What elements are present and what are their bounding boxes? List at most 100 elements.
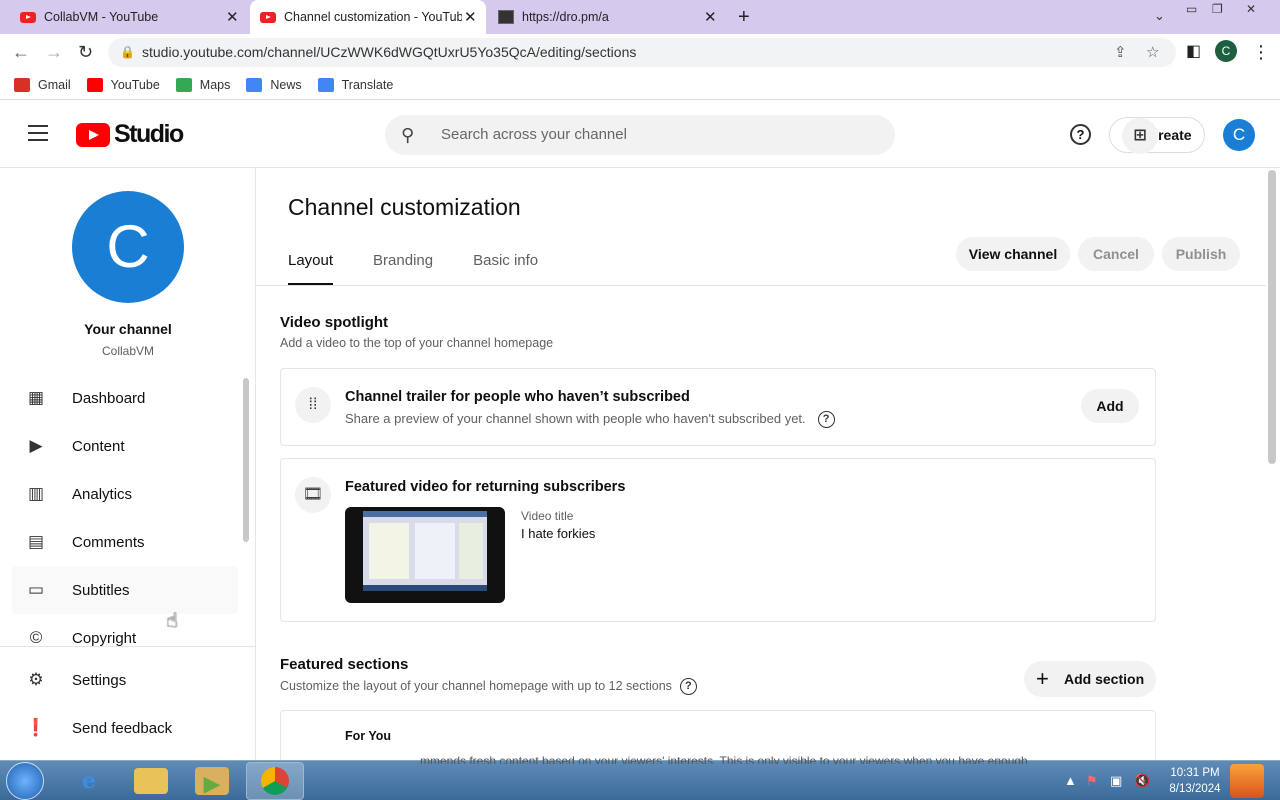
profile-avatar[interactable]: C [1215,40,1237,62]
start-button-icon[interactable] [6,762,44,800]
page-scrollbar[interactable] [1268,170,1276,464]
create-button[interactable]: ⊞ Create [1109,117,1205,154]
sidebar-item-label: Analytics [72,485,133,503]
channel-avatar[interactable]: C [72,191,184,303]
sidebar-item-send-feedback[interactable]: ❗ Send feedback [12,704,238,752]
cancel-button[interactable]: Cancel [1078,237,1154,271]
volume-muted-icon[interactable]: 🔇 [1134,773,1150,789]
clock-time: 10:31 PM [1170,767,1220,779]
customization-tabs: Layout Branding Basic info [288,252,578,285]
sidebar-item-label: Comments [72,533,145,551]
tab-collabvm[interactable]: CollabVM - YouTube ✕ [0,0,248,34]
tab-dro[interactable]: https://dro.pm/a ✕ [490,0,730,34]
restore-icon[interactable]: ❐ [1212,2,1223,16]
sidebar-item-label: Copyright [72,629,137,647]
close-tab-icon[interactable]: ✕ [226,8,239,26]
new-tab-icon[interactable]: + [738,6,750,29]
minimize-icon[interactable]: ▭ [1186,2,1197,16]
help-icon[interactable]: ? [817,411,835,429]
bookmark-news[interactable]: News [246,77,302,92]
share-icon[interactable]: ⇪ [1114,38,1127,67]
youtube-play-icon [76,122,110,147]
chrome-taskbar-button[interactable] [246,762,304,800]
tab-search-icon[interactable]: ⌄ [1154,8,1165,24]
bookmark-label: News [270,77,302,92]
sidebar-item-content[interactable]: ▶ Content [12,422,238,470]
featured-video-icon: 🎞 [295,477,331,513]
youtube-favicon-icon [260,11,276,23]
sidebar-item-comments[interactable]: ▤ Comments [12,518,238,566]
sidebar-item-copyright[interactable]: © Copyright [12,614,238,662]
main-content: Channel customization Layout Branding Ba… [256,168,1266,760]
tab-basic-info[interactable]: Basic info [473,252,538,285]
search-placeholder: Search across your channel [441,126,627,143]
tab-branding[interactable]: Branding [373,252,433,285]
internet-explorer-icon[interactable]: e [72,764,106,798]
system-clock[interactable]: 10:31 PM 8/13/2024 [1160,765,1230,797]
file-explorer-icon[interactable] [134,768,168,794]
studio-header: Studio ⚲ Search across your channel ? ⊞ … [0,100,1280,168]
show-desktop-icon[interactable] [1230,764,1264,798]
studio-logo[interactable]: Studio [76,120,184,149]
search-input[interactable]: ⚲ Search across your channel [385,115,895,155]
forward-icon[interactable]: → [45,42,63,63]
dashboard-icon: ▦ [27,388,45,407]
sidebar-item-settings[interactable]: ⚙ Settings [12,656,238,704]
thumbnail-screenshot [363,511,487,591]
help-icon[interactable]: ? [1070,124,1091,145]
comments-icon: ▤ [27,532,45,551]
publish-button[interactable]: Publish [1162,237,1240,271]
featured-sections-subtitle: Customize the layout of your channel hom… [280,678,672,693]
bookmark-label: Maps [199,77,231,92]
bookmark-label: Gmail [38,77,71,92]
close-tab-icon[interactable]: ✕ [704,8,717,26]
channel-trailer-card: ⁞⁞ Channel trailer for people who haven’… [280,368,1156,446]
channel-name: CollabVM [101,344,155,358]
reload-icon[interactable]: ↻ [78,42,93,63]
video-thumbnail[interactable] [345,507,505,603]
feedback-icon: ❗ [25,718,47,737]
back-icon[interactable]: ← [12,42,30,63]
tray-expand-icon[interactable]: ▲ [1064,773,1077,788]
add-section-button[interactable]: + Add section [1024,661,1156,697]
lock-icon[interactable]: 🔒 [120,38,135,67]
view-channel-button[interactable]: View channel [956,237,1070,271]
network-icon[interactable]: ▣ [1110,773,1122,789]
tab-title: Channel customization - YouTube Studio [284,10,462,24]
side-panel-icon[interactable]: ◧ [1186,41,1201,61]
sidebar-scrollbar[interactable] [243,378,249,542]
bookmark-label: Translate [341,77,394,92]
bookmark-gmail[interactable]: Gmail [14,77,71,92]
bookmarks-bar: Gmail YouTube Maps News Translate [0,70,1280,100]
media-player-icon[interactable]: ▶ [195,767,229,796]
window-close-icon[interactable]: ✕ [1246,2,1256,16]
action-center-icon[interactable]: ⚑ [1086,773,1098,789]
chrome-icon [261,767,289,795]
tab-title: https://dro.pm/a [522,10,609,24]
bookmark-youtube[interactable]: YouTube [86,77,160,92]
menu-kebab-icon[interactable]: ⋮ [1252,42,1270,63]
sidebar-item-analytics[interactable]: ▥ Analytics [12,470,238,518]
sidebar-item-subtitles[interactable]: ▭ Subtitles [12,566,238,614]
tab-layout[interactable]: Layout [288,252,334,285]
video-title-value: I hate forkies [521,526,596,541]
bookmark-star-icon[interactable]: ☆ [1146,38,1159,67]
tab-channel-customization[interactable]: Channel customization - YouTube Studio ✕ [250,0,486,34]
content-icon: ▶ [29,436,43,455]
gear-icon: ⚙ [28,670,44,689]
bookmark-maps[interactable]: Maps [175,77,231,92]
trailer-title: Channel trailer for people who haven’t s… [345,389,690,405]
subtitles-icon: ▭ [27,580,45,599]
bookmark-translate[interactable]: Translate [317,77,394,92]
sidebar-item-label: Subtitles [72,581,130,599]
url-bar[interactable]: 🔒 studio.youtube.com/channel/UCzWWK6dWGQ… [108,38,1176,67]
mouse-cursor-icon: ☝ [166,610,179,632]
sidebar-item-label: Settings [72,671,127,689]
help-icon[interactable]: ? [679,678,697,695]
sidebar-item-dashboard[interactable]: ▦ Dashboard [12,374,238,422]
account-avatar[interactable]: C [1223,119,1255,151]
hamburger-menu-icon[interactable] [28,125,48,141]
close-tab-icon[interactable]: ✕ [464,8,477,26]
maps-icon [175,77,192,92]
add-trailer-button[interactable]: Add [1081,389,1139,423]
